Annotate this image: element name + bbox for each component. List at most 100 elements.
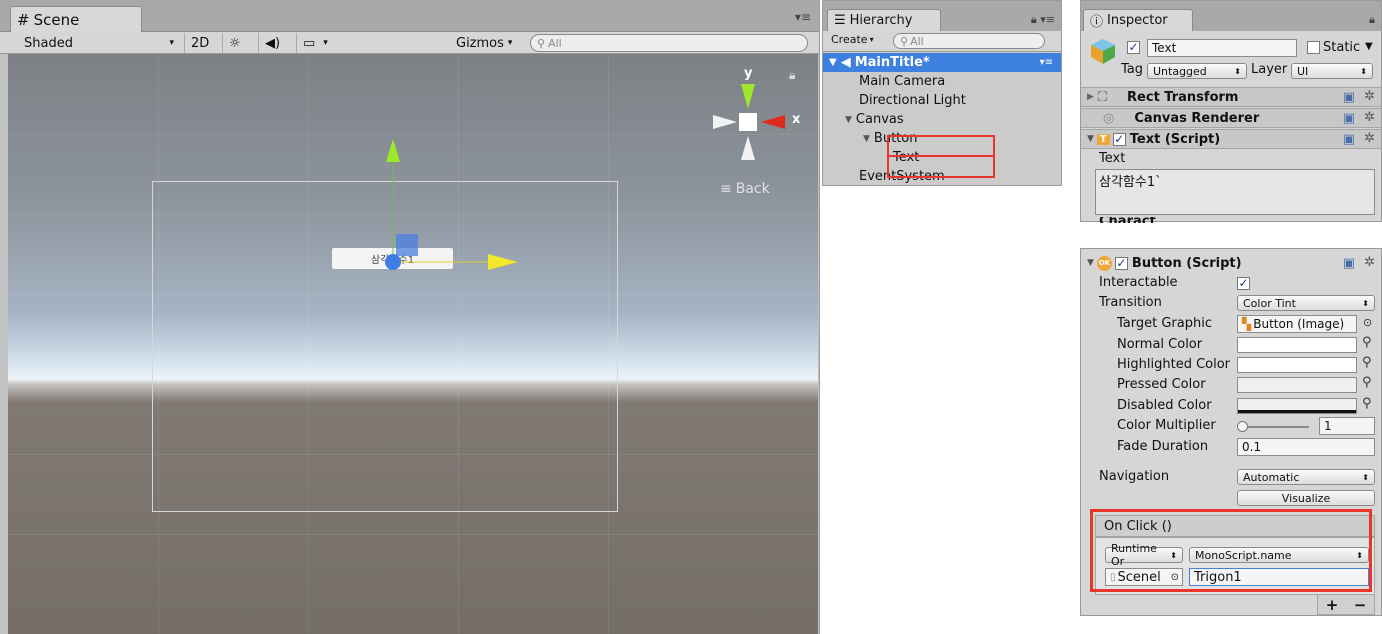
lock-icon[interactable]: 🔒︎ ▾≡ — [1031, 13, 1055, 27]
transition-label: Transition — [1099, 295, 1162, 310]
highlight-box-onclick — [1090, 509, 1372, 592]
disabled-color-swatch[interactable] — [1237, 398, 1357, 414]
component-canvas-renderer[interactable]: ◎ Canvas Renderer ▣ ✲ — [1081, 108, 1381, 128]
tag-label: Tag — [1121, 62, 1144, 77]
hierarchy-item-maintitle[interactable]: ▼ ◀ MainTitle* ▾≡ — [823, 53, 1061, 72]
button-component-icon: OK — [1096, 255, 1112, 271]
component-text-script[interactable]: ▼ T ✓ Text (Script) ▣ ✲ — [1081, 129, 1381, 149]
panel-menu-icon[interactable]: ▾≡ — [795, 10, 811, 24]
hierarchy-item[interactable]: Directional Light — [823, 91, 1061, 110]
chevron-down-icon: ▾ — [507, 38, 513, 48]
eyedropper-icon[interactable]: ⚲ — [1362, 375, 1372, 390]
lock-icon[interactable]: 🔒︎ — [1369, 13, 1375, 27]
help-book-icon[interactable]: ▣ — [1343, 90, 1355, 105]
highlighted-color-label: Highlighted Color — [1117, 357, 1231, 372]
disabled-color-label: Disabled Color — [1117, 398, 1212, 413]
eyedropper-icon[interactable]: ⚲ — [1362, 396, 1372, 411]
move-gizmo[interactable] — [348, 134, 528, 284]
help-book-icon[interactable]: ▣ — [1343, 111, 1355, 126]
help-book-icon[interactable]: ▣ — [1343, 132, 1355, 147]
triangle-down-icon: ▼ — [863, 133, 870, 144]
text-content-value: 삼각함수1` — [1099, 175, 1162, 190]
create-dropdown[interactable]: Create ▾ — [831, 33, 874, 46]
color-multiplier-slider-thumb[interactable] — [1237, 421, 1248, 432]
help-book-icon[interactable]: ▣ — [1343, 256, 1355, 271]
2d-toggle-button[interactable]: 2D — [184, 33, 215, 53]
fade-duration-field[interactable]: 0.1 — [1237, 438, 1375, 456]
menu-lines-icon: ≡ — [720, 181, 732, 197]
2d-label: 2D — [191, 35, 210, 51]
gear-icon[interactable]: ✲ — [1364, 255, 1375, 270]
target-graphic-field[interactable]: ▚ Button (Image) — [1237, 315, 1357, 333]
color-multiplier-slider-track[interactable] — [1239, 426, 1309, 428]
canvas-renderer-label: Canvas Renderer — [1134, 110, 1260, 126]
inspector-tab-label: Inspector — [1107, 13, 1168, 28]
view-back-label[interactable]: ≡ Back — [720, 181, 770, 197]
button-script-enabled-checkbox[interactable]: ✓ — [1114, 256, 1128, 270]
hierarchy-item[interactable]: Main Camera — [823, 72, 1061, 91]
gizmos-label: Gizmos — [456, 35, 504, 51]
object-picker-icon[interactable]: ⊙ — [1363, 316, 1372, 329]
gizmo-y-label: y — [744, 66, 753, 81]
gizmos-dropdown[interactable]: Gizmos ▾ — [450, 33, 518, 53]
effects-toggle-button[interactable]: ▭ ▾ — [296, 33, 334, 53]
object-active-checkbox[interactable]: ✓ — [1127, 41, 1140, 54]
chevron-down-icon: ▾ — [869, 35, 874, 44]
text-content-field[interactable]: 삼각함수1` — [1095, 169, 1375, 215]
hierarchy-item-label: Directional Light — [859, 93, 966, 108]
interactable-checkbox[interactable]: ✓ — [1237, 277, 1250, 290]
highlighted-color-swatch[interactable] — [1237, 357, 1357, 373]
navigation-dropdown[interactable]: Automatic ⬍ — [1237, 469, 1375, 485]
transition-dropdown[interactable]: Color Tint ⬍ — [1237, 295, 1375, 311]
remove-button[interactable]: − — [1354, 596, 1367, 614]
target-graphic-value: Button (Image) — [1253, 317, 1345, 331]
unity-scene-icon: ◀ — [840, 55, 851, 70]
lock-icon[interactable]: 🔒︎ — [789, 68, 795, 83]
eyedropper-icon[interactable]: ⚲ — [1362, 335, 1372, 350]
updown-icon: ⬍ — [1362, 472, 1369, 482]
onclick-add-remove: + − — [1317, 595, 1375, 615]
chevron-down-icon: ▾ — [323, 38, 328, 48]
tab-hierarchy[interactable]: ☰ Hierarchy — [827, 9, 941, 31]
normal-color-label: Normal Color — [1117, 337, 1203, 352]
row-menu-icon[interactable]: ▾≡ — [1040, 57, 1053, 68]
component-rect-transform[interactable]: ▶ ⛶ Rect Transform ▣ ✲ — [1081, 87, 1381, 107]
fade-duration-value: 0.1 — [1242, 440, 1262, 454]
shading-mode-dropdown[interactable]: Shaded ▾ — [18, 33, 180, 53]
fade-duration-label: Fade Duration — [1117, 439, 1209, 454]
gear-icon[interactable]: ✲ — [1364, 131, 1375, 146]
visualize-button[interactable]: Visualize — [1237, 490, 1375, 506]
rect-transform-label: Rect Transform — [1127, 89, 1239, 105]
tab-scene[interactable]: # Scene — [10, 6, 142, 32]
scene-search-input[interactable]: ⚲ All — [530, 34, 808, 52]
gear-icon[interactable]: ✲ — [1364, 89, 1375, 104]
scene-viewport[interactable]: 삼각함수1 y x 🔒︎ ≡ Back — [8, 54, 818, 634]
gizmo-x-label: x — [792, 112, 801, 127]
chevron-down-icon[interactable]: ▼ — [1365, 41, 1373, 52]
pressed-color-swatch[interactable] — [1237, 377, 1357, 393]
audio-toggle-button[interactable]: ◀) — [258, 33, 286, 53]
highlight-box-text — [887, 155, 995, 178]
color-multiplier-field[interactable]: 1 — [1319, 417, 1375, 435]
add-button[interactable]: + — [1326, 596, 1339, 614]
normal-color-swatch[interactable] — [1237, 337, 1357, 353]
text-field-label: Text — [1099, 151, 1126, 166]
transition-value: Color Tint — [1243, 296, 1296, 310]
layer-dropdown[interactable]: UI ⬍ — [1291, 63, 1373, 79]
text-script-enabled-checkbox[interactable]: ✓ — [1112, 132, 1126, 146]
hierarchy-panel: ☰ Hierarchy 🔒︎ ▾≡ Create ▾ ⚲ All ▼ ◀ Mai… — [822, 0, 1062, 186]
eyedropper-icon[interactable]: ⚲ — [1362, 355, 1372, 370]
gear-icon[interactable]: ✲ — [1364, 110, 1375, 125]
lighting-toggle-button[interactable]: ☼ — [222, 33, 247, 53]
tab-inspector[interactable]: ⓘ Inspector — [1083, 9, 1193, 31]
tag-dropdown[interactable]: Untagged ⬍ — [1147, 63, 1247, 79]
static-checkbox[interactable] — [1307, 41, 1320, 54]
object-name-field[interactable]: Text — [1147, 39, 1297, 57]
updown-icon: ⬍ — [1234, 66, 1241, 76]
triangle-right-icon: ▶ — [1087, 92, 1094, 102]
hierarchy-search-input[interactable]: ⚲ All — [893, 33, 1045, 49]
component-button-script[interactable]: ▼ OK ✓ Button (Script) ▣ ✲ — [1081, 253, 1381, 273]
hierarchy-item[interactable]: ▼ Canvas — [823, 110, 1061, 129]
highlight-box-button — [887, 135, 995, 157]
triangle-down-icon: ▼ — [1087, 134, 1094, 144]
